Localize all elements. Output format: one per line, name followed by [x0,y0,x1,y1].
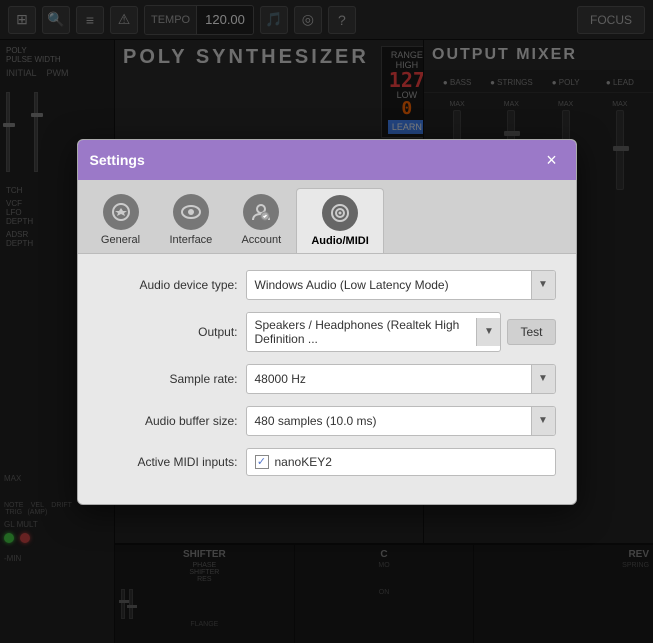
audio-buffer-row: Audio buffer size: 480 samples (10.0 ms)… [98,406,556,436]
audiomidi-tab-icon [322,195,358,231]
output-row: Output: Speakers / Headphones (Realtek H… [98,312,556,352]
midi-inputs-label: Active MIDI inputs: [98,455,238,469]
tab-interface[interactable]: Interface [156,188,227,253]
sample-rate-label: Sample rate: [98,372,238,386]
midi-device-name: nanoKEY2 [275,455,332,469]
sample-rate-value: 48000 Hz [247,367,531,391]
sample-rate-select[interactable]: 48000 Hz ▼ [246,364,556,394]
test-button[interactable]: Test [507,319,555,345]
audio-device-type-control: Windows Audio (Low Latency Mode) ▼ [246,270,556,300]
settings-dialog: Settings × General [77,139,577,505]
sample-rate-row: Sample rate: 48000 Hz ▼ [98,364,556,394]
audio-buffer-arrow[interactable]: ▼ [531,407,555,435]
output-control: Speakers / Headphones (Realtek High Defi… [246,312,556,352]
tab-account[interactable]: Account [226,188,296,253]
dialog-titlebar: Settings × [78,140,576,180]
interface-tab-label: Interface [170,234,213,246]
sample-rate-arrow[interactable]: ▼ [531,365,555,393]
interface-tab-icon [173,194,209,230]
dialog-body: Audio device type: Windows Audio (Low La… [78,254,576,504]
dialog-overlay: Settings × General [0,0,653,643]
dialog-tabs: General Interface [78,180,576,254]
sample-rate-control: 48000 Hz ▼ [246,364,556,394]
tab-audiomidi[interactable]: Audio/MIDI [296,188,383,253]
midi-inputs-row: Active MIDI inputs: ✓ nanoKEY2 [98,448,556,476]
account-tab-label: Account [241,234,281,246]
audio-buffer-select[interactable]: 480 samples (10.0 ms) ▼ [246,406,556,436]
audio-device-type-select[interactable]: Windows Audio (Low Latency Mode) ▼ [246,270,556,300]
output-arrow[interactable]: ▼ [476,318,500,346]
audio-device-type-arrow[interactable]: ▼ [531,271,555,299]
account-tab-icon [243,194,279,230]
midi-inputs-control: ✓ nanoKEY2 [246,448,556,476]
dialog-title: Settings [90,152,145,168]
audio-buffer-label: Audio buffer size: [98,414,238,428]
general-tab-icon [103,194,139,230]
audio-device-type-value: Windows Audio (Low Latency Mode) [247,273,531,297]
output-value: Speakers / Headphones (Realtek High Defi… [247,313,477,351]
audio-buffer-value: 480 samples (10.0 ms) [247,409,531,433]
midi-input-list: ✓ nanoKEY2 [246,448,556,476]
audio-buffer-control: 480 samples (10.0 ms) ▼ [246,406,556,436]
audio-device-type-label: Audio device type: [98,278,238,292]
general-tab-label: General [101,234,140,246]
output-select[interactable]: Speakers / Headphones (Realtek High Defi… [246,312,502,352]
audiomidi-tab-label: Audio/MIDI [311,235,368,247]
tab-general[interactable]: General [86,188,156,253]
dialog-close-button[interactable]: × [540,148,564,172]
midi-device-checkbox[interactable]: ✓ [255,455,269,469]
audio-device-type-row: Audio device type: Windows Audio (Low La… [98,270,556,300]
output-label: Output: [98,325,238,339]
